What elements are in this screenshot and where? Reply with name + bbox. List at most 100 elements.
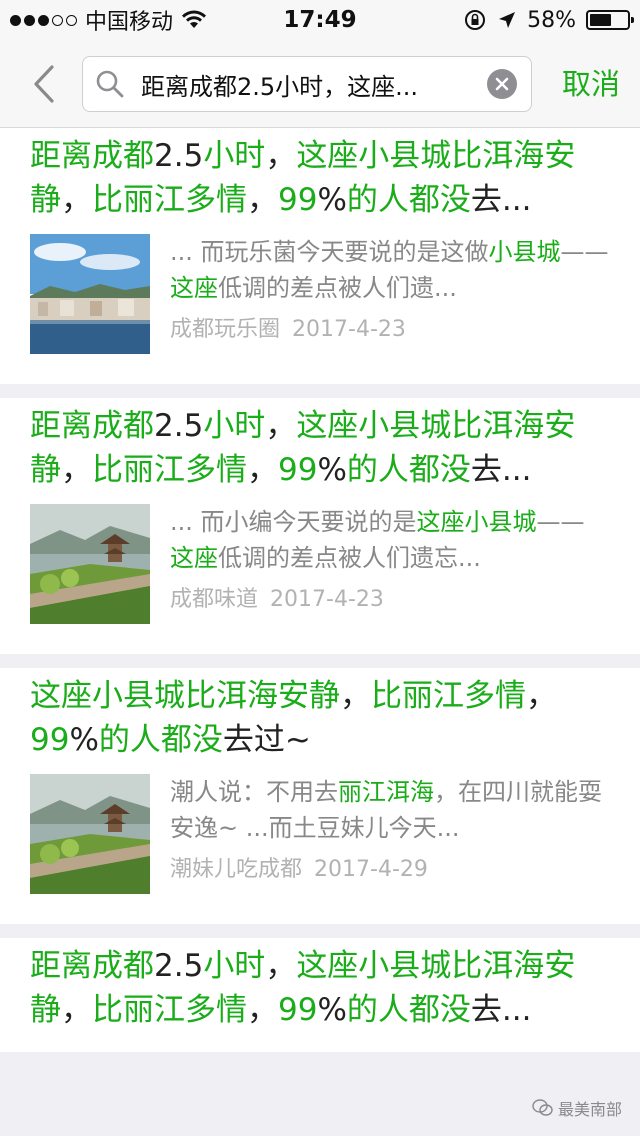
title-text: % [317, 182, 347, 218]
watermark-text: 最美南部 [557, 1100, 622, 1119]
title-keyword: 的人都没 [346, 452, 471, 488]
title-text: % [69, 722, 99, 758]
snippet-keyword: 这座 [170, 544, 218, 572]
title-keyword: 这座小县城比洱海 [296, 948, 545, 984]
status-right: 58% [463, 7, 634, 33]
snippet-keyword: 小县城 [488, 238, 561, 266]
result-info: ... 而玩乐菌今天要说的是这做小县城—— 这座低调的差点被人们遗... 成都玩乐… [170, 234, 610, 354]
result-source[interactable]: 成都玩乐圈 [170, 317, 280, 342]
snippet-text: —— [560, 238, 609, 266]
status-left: 中国移动 [10, 4, 207, 36]
title-text: ， [265, 948, 297, 984]
title-keyword: 99 [30, 722, 70, 758]
title-keyword: 距离成都 [30, 408, 154, 444]
search-input[interactable] [135, 70, 487, 98]
battery-percent: 58% [527, 7, 576, 33]
title-text: ， [265, 408, 297, 444]
battery-icon [586, 10, 634, 30]
result-thumbnail[interactable] [30, 774, 150, 894]
title-keyword: 比丽江多情 [92, 182, 247, 218]
title-keyword: 小时 [203, 948, 266, 984]
title-text: ， [61, 182, 92, 218]
title-keyword: 小时 [203, 138, 266, 174]
close-icon [495, 77, 509, 91]
title-keyword: 的人都没 [98, 722, 223, 758]
title-keyword: 情 [495, 678, 526, 714]
carrier-name: 中国移动 [85, 10, 174, 35]
rotation-lock-icon [465, 10, 486, 30]
cancel-button[interactable]: 取消 [562, 62, 620, 106]
result-snippet: ... 而玩乐菌今天要说的是这做小县城—— 这座低调的差点被人们遗... [170, 234, 610, 306]
clear-search-button[interactable] [487, 69, 517, 99]
title-text: ， [265, 138, 297, 174]
snippet-keyword: 这座 [170, 274, 218, 302]
result-card[interactable]: 这座小县城比洱海安静，比丽江多情，99%的人都没去过~ 潮人说：不用去丽江洱海，在… [0, 668, 640, 924]
result-title[interactable]: 距离成都2.5小时，这座小县城比洱海安静，比丽江多情，99%的人都没去... [30, 938, 610, 1032]
title-keyword: 这座小县城比洱海 [296, 408, 545, 444]
result-card[interactable]: 距离成都2.5小时，这座小县城比洱海安静，比丽江多情，99%的人都没去.....… [0, 128, 640, 384]
result-source[interactable]: 潮妹儿吃成都 [170, 857, 302, 882]
results-list: 距离成都2.5小时，这座小县城比洱海安静，比丽江多情，99%的人都没去.....… [0, 128, 640, 1066]
result-snippet: 潮人说：不用去丽江洱海，在四川就能耍安逸~ ...而土豆妹儿今天... [170, 774, 610, 846]
title-keyword: 这座小县城比洱海安静 [30, 678, 340, 714]
title-keyword: 99 [278, 182, 318, 218]
title-text: ， [247, 992, 278, 1028]
title-text: ， [61, 452, 92, 488]
title-keyword: 比丽江多情 [92, 452, 247, 488]
snippet-text: ... 而小编今天要说的是 [170, 508, 417, 536]
title-text: ， [340, 678, 371, 714]
snippet-text: 低调的差点被人们遗忘... [218, 544, 481, 572]
search-icon [95, 69, 135, 99]
title-text: ， [526, 678, 557, 714]
title-keyword: 的人都没 [346, 182, 471, 218]
snippet-text: ... 而玩乐菌今天要说的是这做 [170, 238, 489, 266]
chevron-left-icon [34, 65, 54, 103]
title-keyword: 比丽江多 [371, 678, 495, 714]
title-text: 2.5 [154, 948, 204, 984]
result-body: ... 而玩乐菌今天要说的是这做小县城—— 这座低调的差点被人们遗... 成都玩乐… [30, 234, 610, 354]
title-keyword: 距离成都 [30, 948, 154, 984]
result-date: 2017-4-23 [292, 317, 406, 342]
search-header: 取消 [0, 40, 640, 128]
location-arrow-icon [499, 12, 516, 28]
result-meta: 成都玩乐圈 2017-4-23 [170, 312, 610, 348]
result-snippet: ... 而小编今天要说的是这座小县城—— 这座低调的差点被人们遗忘... [170, 504, 610, 576]
title-keyword: 99 [278, 992, 318, 1028]
title-keyword: 距离成都 [30, 138, 154, 174]
result-body: ... 而小编今天要说的是这座小县城—— 这座低调的差点被人们遗忘... 成都味道… [30, 504, 610, 624]
result-meta: 潮妹儿吃成都 2017-4-29 [170, 852, 610, 888]
title-text: 去过~ [222, 722, 311, 758]
result-title[interactable]: 这座小县城比洱海安静，比丽江多情，99%的人都没去过~ [30, 668, 610, 762]
wechat-icon [532, 1099, 553, 1116]
snippet-keyword: 丽江洱海 [338, 778, 434, 806]
status-bar: 中国移动 17:49 58% [0, 0, 640, 40]
result-body: 潮人说：不用去丽江洱海，在四川就能耍安逸~ ...而土豆妹儿今天... 潮妹儿吃成… [30, 774, 610, 894]
title-text: ， [61, 992, 92, 1028]
result-info: ... 而小编今天要说的是这座小县城—— 这座低调的差点被人们遗忘... 成都味道… [170, 504, 610, 624]
result-card[interactable]: 距离成都2.5小时，这座小县城比洱海安静，比丽江多情，99%的人都没去.....… [0, 398, 640, 654]
result-title[interactable]: 距离成都2.5小时，这座小县城比洱海安静，比丽江多情，99%的人都没去... [30, 398, 610, 492]
title-text: 去... [470, 182, 532, 218]
back-button[interactable] [24, 62, 64, 106]
snippet-text: —— [536, 508, 585, 536]
title-text: % [317, 992, 347, 1028]
snippet-text: 潮人说：不用去 [170, 778, 338, 806]
title-keyword: 比丽江多情 [92, 992, 247, 1028]
title-keyword: 的人都没 [346, 992, 471, 1028]
title-text: ， [247, 182, 278, 218]
result-source[interactable]: 成都味道 [170, 587, 258, 612]
result-meta: 成都味道 2017-4-23 [170, 582, 610, 618]
result-thumbnail[interactable] [30, 234, 150, 354]
watermark: 最美南部 [532, 1096, 622, 1120]
snippet-text: 低调的差点被人们遗... [218, 274, 457, 302]
result-title[interactable]: 距离成都2.5小时，这座小县城比洱海安静，比丽江多情，99%的人都没去... [30, 128, 610, 222]
title-text: 2.5 [154, 138, 204, 174]
result-card[interactable]: 距离成都2.5小时，这座小县城比洱海安静，比丽江多情，99%的人都没去... [0, 938, 640, 1052]
result-date: 2017-4-23 [270, 587, 384, 612]
signal-strength-icon [10, 14, 77, 26]
result-thumbnail[interactable] [30, 504, 150, 624]
result-date: 2017-4-29 [314, 857, 428, 882]
title-text: ， [247, 452, 278, 488]
search-box[interactable] [82, 56, 532, 112]
result-info: 潮人说：不用去丽江洱海，在四川就能耍安逸~ ...而土豆妹儿今天... 潮妹儿吃成… [170, 774, 610, 894]
